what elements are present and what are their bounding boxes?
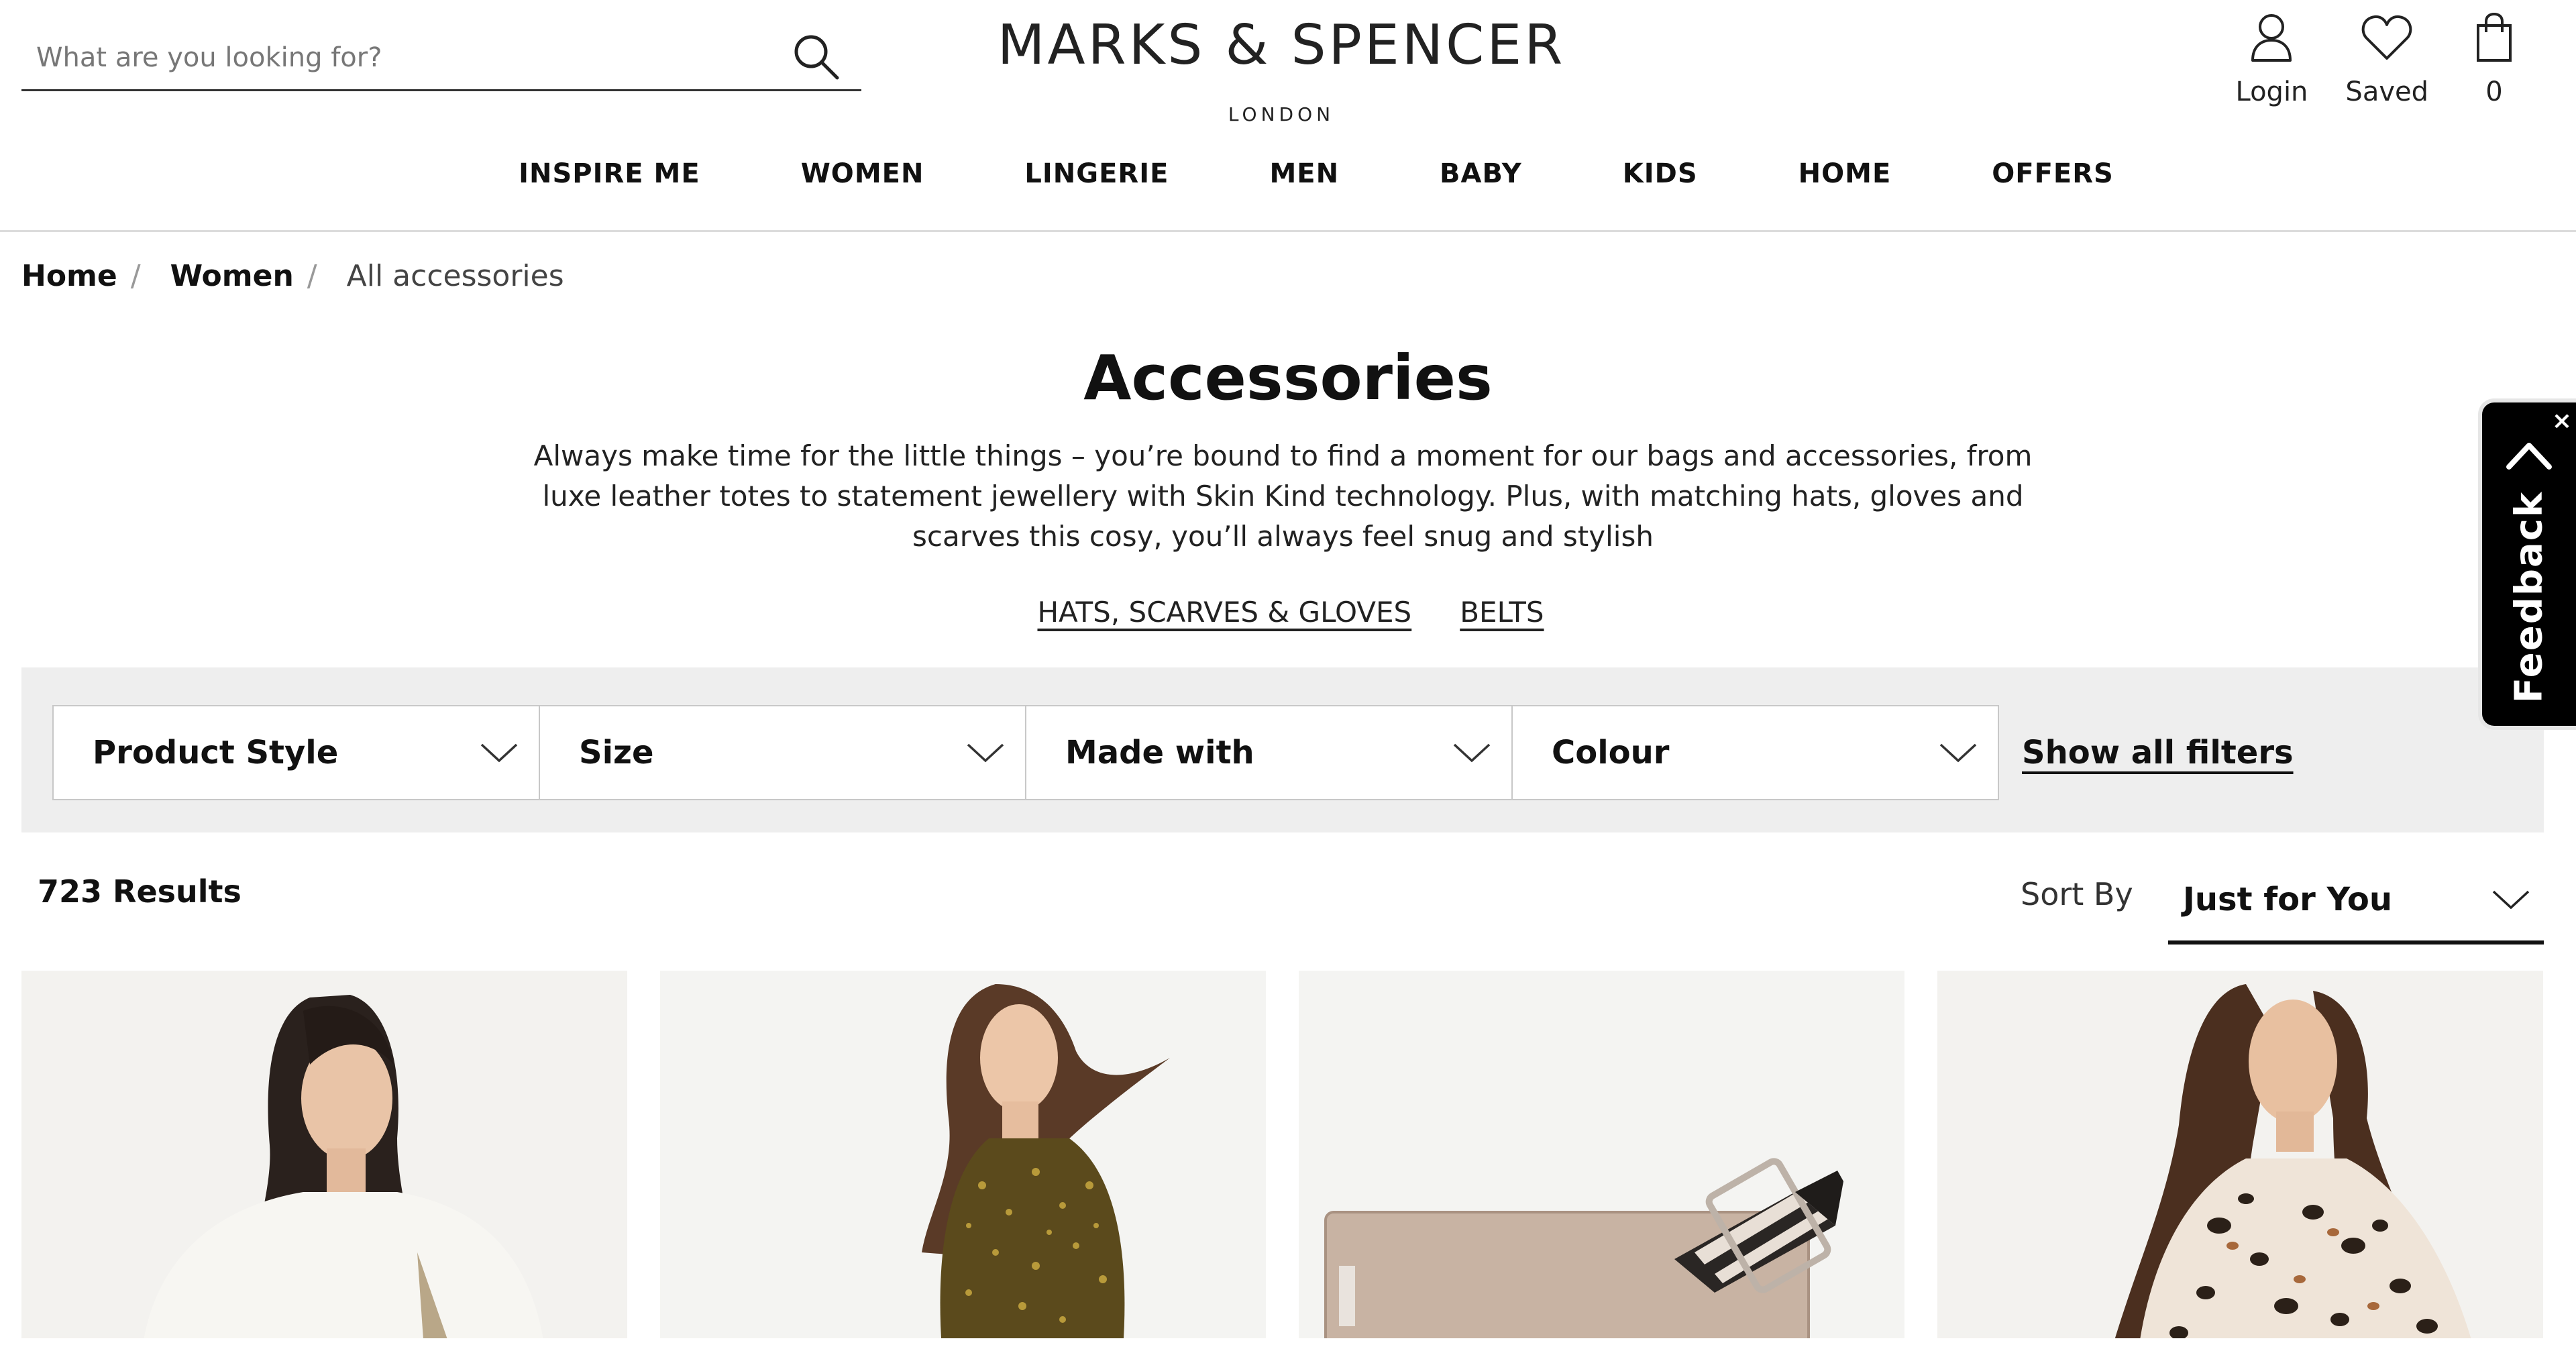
nav-item-kids[interactable]: KIDS <box>1623 158 1698 189</box>
filter-colour[interactable]: Colour <box>1511 705 1999 800</box>
category-link-hats-scarves-gloves[interactable]: HATS, SCARVES & GLOVES <box>1037 596 1411 629</box>
model-animal-print-blouse-image <box>1937 971 2543 1349</box>
filter-size[interactable]: Size <box>539 705 1026 800</box>
chevron-down-icon <box>1939 743 1977 763</box>
nav-item-men[interactable]: MEN <box>1269 158 1339 189</box>
breadcrumb: Home / Women / All accessories <box>21 259 564 293</box>
nav-item-inspire-me[interactable]: INSPIRE ME <box>519 158 700 189</box>
product-card[interactable] <box>660 971 1266 1349</box>
close-icon[interactable]: × <box>2552 409 2572 433</box>
filter-label: Product Style <box>93 734 339 771</box>
search-icon[interactable] <box>782 23 849 90</box>
brand-logo[interactable]: MARKS & SPENCER LONDON <box>986 13 1576 125</box>
nav-item-lingerie[interactable]: LINGERIE <box>1024 158 1169 189</box>
filter-label: Made with <box>1065 734 1254 771</box>
chevron-down-icon <box>480 743 518 763</box>
bag-count: 0 <box>2485 76 2503 107</box>
filter-label: Size <box>579 734 654 771</box>
main-nav: INSPIRE ME WOMEN LINGERIE MEN BABY KIDS … <box>0 158 2576 189</box>
page-description: Always make time for the little things –… <box>533 439 2033 553</box>
filter-bar: Product Style Size Made with Colour Show… <box>21 667 2544 832</box>
saved-button[interactable]: Saved <box>2345 9 2428 107</box>
filter-product-style[interactable]: Product Style <box>52 705 540 800</box>
category-link-belts[interactable]: BELTS <box>1460 596 1544 629</box>
chevron-up-icon <box>2506 443 2552 470</box>
sort-select[interactable]: Just for You <box>2168 859 2544 945</box>
breadcrumb-women[interactable]: Women <box>170 259 294 293</box>
login-button[interactable]: Login <box>2236 9 2308 107</box>
filter-label: Colour <box>1552 734 1670 771</box>
chevron-down-icon <box>2492 890 2530 910</box>
feedback-label: Feedback <box>2507 490 2551 704</box>
feedback-tab[interactable]: × Feedback <box>2482 402 2576 726</box>
saved-label: Saved <box>2345 76 2428 107</box>
product-card[interactable] <box>1937 971 2543 1349</box>
heart-icon <box>2359 9 2415 66</box>
bag-button[interactable]: 0 <box>2466 9 2522 107</box>
model-leopard-dress-image <box>660 971 1266 1349</box>
shopping-bag-icon <box>2466 9 2522 66</box>
sort-value: Just for You <box>2183 881 2392 918</box>
filter-made-with[interactable]: Made with <box>1025 705 1513 800</box>
chevron-down-icon <box>967 743 1004 763</box>
breadcrumb-home[interactable]: Home <box>21 259 117 293</box>
login-label: Login <box>2235 76 2308 107</box>
breadcrumb-separator: / <box>130 259 141 293</box>
nav-divider <box>0 230 2576 232</box>
brand-location: LONDON <box>1228 103 1335 125</box>
show-all-filters-link[interactable]: Show all filters <box>2022 734 2294 771</box>
sort-label: Sort By <box>2021 876 2133 912</box>
nav-item-offers[interactable]: OFFERS <box>1992 158 2114 189</box>
utility-nav: Login Saved 0 <box>2236 9 2523 107</box>
search-input[interactable] <box>36 38 761 78</box>
breadcrumb-separator: / <box>307 259 317 293</box>
nav-item-women[interactable]: WOMEN <box>801 158 924 189</box>
results-count: 723 Results <box>38 873 241 910</box>
product-card[interactable] <box>1299 971 1904 1349</box>
page-title: Accessories <box>1083 342 1493 414</box>
user-icon <box>2243 9 2300 66</box>
product-card[interactable] <box>21 971 627 1349</box>
category-links: HATS, SCARVES & GLOVES BELTS <box>0 596 2576 629</box>
crossbody-bag-image <box>1299 971 1904 1349</box>
breadcrumb-current: All accessories <box>346 259 564 293</box>
search-bar <box>21 12 861 91</box>
chevron-down-icon <box>1453 743 1491 763</box>
brand-name: MARKS & SPENCER <box>997 13 1566 77</box>
model-white-top-image <box>21 971 627 1349</box>
nav-item-baby[interactable]: BABY <box>1440 158 1522 189</box>
nav-item-home[interactable]: HOME <box>1799 158 1892 189</box>
